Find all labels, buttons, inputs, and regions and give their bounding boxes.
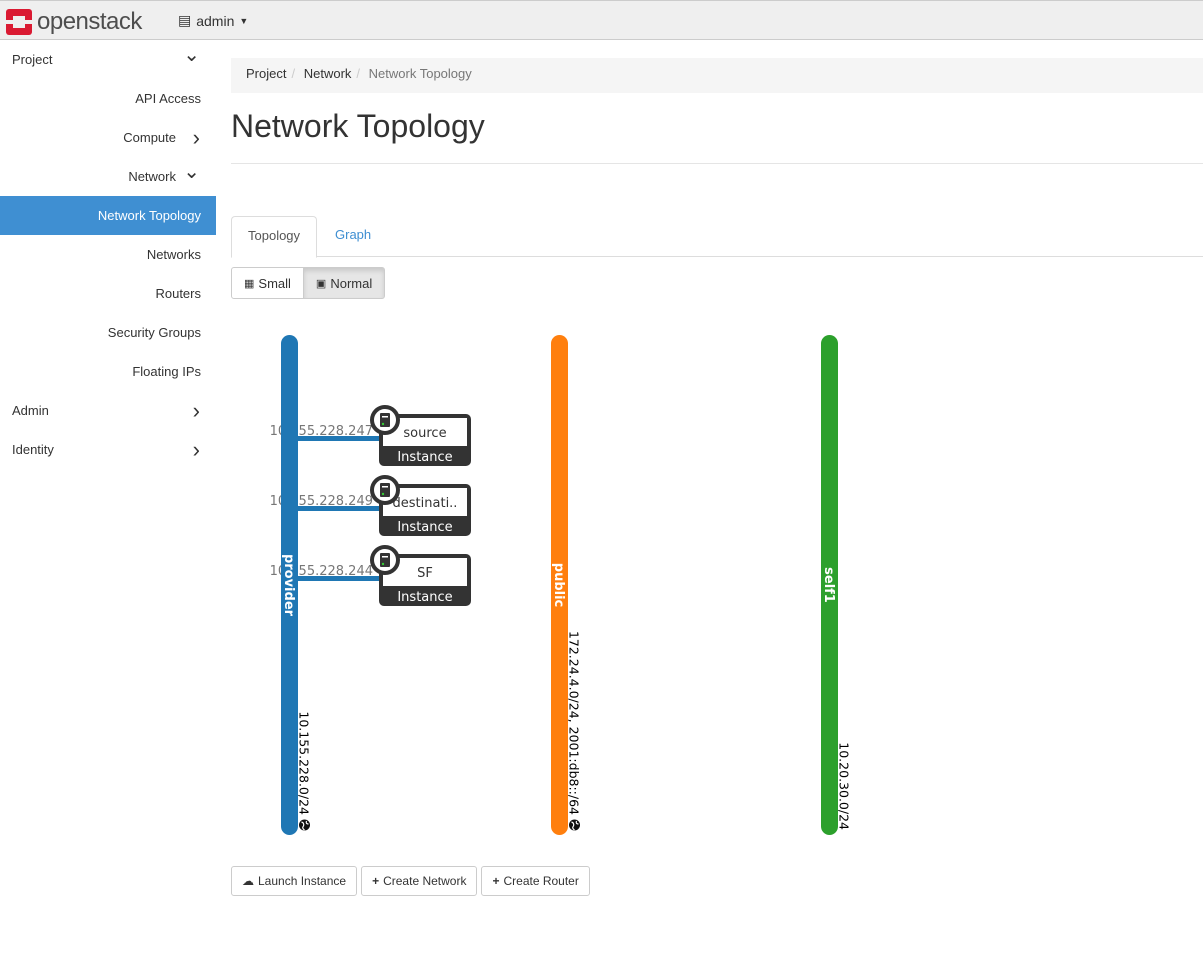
server-icon-body [380, 413, 390, 427]
project-label: admin [196, 12, 235, 29]
instance-type: Instance [397, 590, 452, 605]
create-router-button[interactable]: + Create Router [481, 866, 590, 896]
project-dropdown[interactable]: ▤ admin ▼ [178, 12, 248, 29]
project-icon: ▤ [178, 12, 192, 28]
chevron-right-icon: › [192, 436, 200, 462]
server-icon-slot [382, 556, 388, 558]
server-icon-led [381, 562, 385, 566]
chevron-down-icon: ⌄ [183, 44, 200, 66]
instance-type: Instance [397, 450, 452, 465]
cloud-upload-icon: ☁ [242, 874, 254, 888]
network-subnet: 10.20.30.0/24 [837, 742, 852, 830]
sidebar-item-network[interactable]: Network ⌄ [0, 157, 216, 196]
chevron-right-icon: › [192, 397, 200, 423]
sidebar-item-label: Network Topology [97, 208, 201, 223]
sidebar-item-api-access[interactable]: API Access [0, 79, 216, 118]
network-name: self1 [821, 567, 836, 603]
sidebar-item-label: Compute [123, 130, 176, 145]
top-navbar: openstack ▤ admin ▼ [0, 0, 1203, 40]
create-network-label: Create Network [383, 874, 467, 888]
network-subnet: 10.155.228.0/24 [297, 711, 312, 815]
chevron-right-icon: › [192, 124, 200, 150]
network-public[interactable]: public172.24.4.0/24, 2001:db8::/64 [551, 335, 582, 835]
chevron-down-icon: ⌄ [183, 161, 200, 183]
sidebar-item-label: Project [12, 52, 53, 67]
create-network-button[interactable]: + Create Network [361, 866, 478, 896]
sidebar-item-label: Security Groups [107, 325, 201, 340]
globe-icon [299, 819, 310, 831]
server-icon-led [381, 422, 385, 426]
sidebar-item-network-topology[interactable]: Network Topology [0, 196, 216, 235]
sidebar: Project ⌄ API Access Compute › Network ⌄ Networ… [0, 40, 216, 470]
plus-icon: + [492, 874, 500, 888]
sidebar-item-compute[interactable]: Compute › [0, 118, 216, 157]
server-icon-led [381, 492, 385, 496]
topology-actions: ☁ Launch Instance + Create Network + Create… [231, 866, 590, 896]
plus-icon: + [372, 874, 380, 888]
sidebar-item-label: Admin [12, 403, 49, 418]
instance-node[interactable]: destinati.. Instance [370, 475, 471, 536]
network-subnet: 172.24.4.0/24, 2001:db8::/64 [567, 631, 582, 815]
sidebar-item-label: Networks [146, 247, 201, 262]
sidebar-item-label: Network [128, 169, 176, 184]
network-name: provider [281, 554, 296, 617]
instance-name: source [403, 426, 446, 441]
sidebar-item-routers[interactable]: Routers [0, 274, 216, 313]
instance-node[interactable]: source Instance [370, 405, 471, 466]
sidebar-item-label: Identity [12, 442, 54, 457]
launch-instance-button[interactable]: ☁ Launch Instance [231, 866, 358, 896]
sidebar-item-label: Routers [155, 286, 201, 301]
globe-icon [569, 819, 580, 831]
server-icon-body [380, 553, 390, 567]
sidebar-item-label: API Access [135, 91, 201, 106]
topology-canvas: 10.155.228.24710.155.228.24910.155.228.2… [270, 335, 852, 835]
sidebar-item-floating-ips[interactable]: Floating IPs [0, 352, 216, 391]
sidebar-item-identity[interactable]: Identity › [0, 430, 216, 469]
instance-type: Instance [397, 520, 452, 535]
network-self1[interactable]: self1 10.20.30.0/24 [821, 335, 852, 835]
server-icon-slot [382, 486, 388, 488]
sidebar-item-networks[interactable]: Networks [0, 235, 216, 274]
caret-down-icon: ▼ [239, 15, 249, 26]
server-icon-slot [382, 416, 388, 418]
network-provider[interactable]: provider 10.155.228.0/24 [281, 335, 312, 835]
instance-name: SF [417, 566, 433, 581]
create-router-label: Create Router [503, 874, 579, 888]
instance-name: destinati.. [393, 496, 458, 511]
launch-instance-label: Launch Instance [258, 874, 347, 888]
brand-text: openstack [37, 8, 142, 35]
network-name: public [551, 563, 566, 607]
sidebar-item-label: Floating IPs [132, 364, 201, 379]
openstack-logo[interactable]: openstack [6, 8, 142, 36]
sidebar-item-admin[interactable]: Admin › [0, 391, 216, 430]
instance-node[interactable]: SF Instance [370, 545, 471, 606]
sidebar-item-project[interactable]: Project ⌄ [0, 40, 216, 79]
openstack-logo-icon [6, 9, 32, 35]
server-icon-body [380, 483, 390, 497]
sidebar-item-security-groups[interactable]: Security Groups [0, 313, 216, 352]
main-content: Project / Network / Network Topology Netwo… [231, 40, 1203, 971]
